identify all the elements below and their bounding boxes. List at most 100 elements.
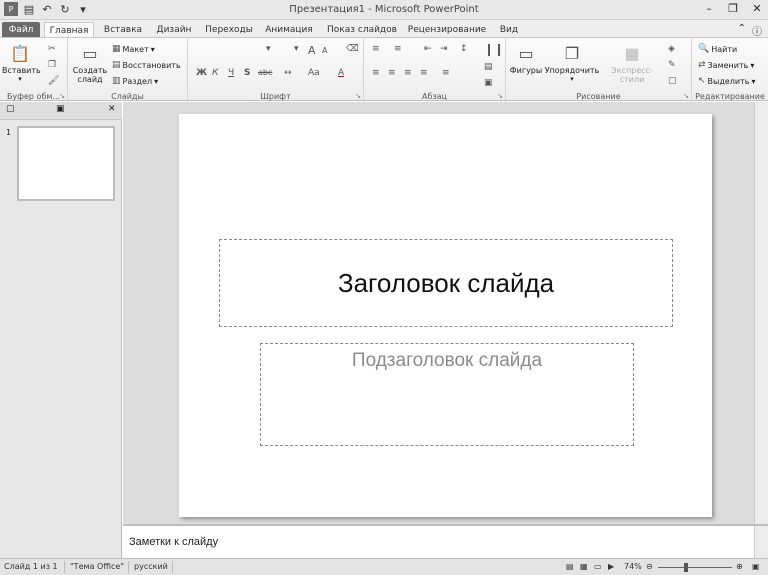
zoom-level[interactable]: 74% bbox=[624, 562, 642, 571]
minimize-ribbon-icon[interactable]: ⌃ bbox=[738, 23, 746, 38]
find-button[interactable]: 🔍 Найти bbox=[698, 42, 737, 56]
tab-file[interactable]: Файл bbox=[2, 22, 40, 38]
notes-scrollbar[interactable] bbox=[754, 526, 768, 558]
bold-button[interactable]: Ж bbox=[196, 68, 207, 78]
clear-formatting-icon[interactable]: ⌫ bbox=[346, 44, 359, 54]
section-button[interactable]: ▥ Раздел ▾ bbox=[112, 74, 158, 88]
replace-icon: ⇄ bbox=[698, 60, 706, 70]
outline-tab-icon[interactable]: ▣ bbox=[56, 104, 65, 114]
restore-icon[interactable]: ❐ bbox=[726, 2, 740, 15]
chevron-down-icon[interactable]: ▾ bbox=[266, 44, 271, 54]
align-left-icon[interactable]: ≡ bbox=[372, 68, 380, 78]
subtitle-placeholder[interactable]: Подзаголовок слайда bbox=[260, 343, 634, 446]
slides-group: ▭ Создать слайд ▦ Макет ▾ ▤ Восстановить… bbox=[68, 38, 188, 102]
new-slide-button[interactable]: ▭ Создать слайд bbox=[72, 42, 108, 85]
status-separator bbox=[172, 561, 173, 573]
zoom-out-icon[interactable]: ⊖ bbox=[646, 562, 653, 571]
tab-design[interactable]: Дизайн bbox=[150, 22, 198, 38]
tab-insert[interactable]: Вставка bbox=[98, 22, 148, 38]
vertical-scrollbar[interactable] bbox=[754, 102, 768, 524]
notes-placeholder[interactable]: Заметки к слайду bbox=[129, 536, 218, 548]
slides-tab-icon[interactable]: ▢ bbox=[6, 104, 15, 114]
window-title: Презентация1 - Microsoft PowerPoint bbox=[289, 4, 479, 15]
new-slide-label-2: слайд bbox=[77, 75, 103, 84]
paragraph-group: ≡ ≡ ⇤ ⇥ ↕ ❙❙ ≡ ≡ ≡ ≡ ≡ ▤ ▣ Абзац ↘ bbox=[364, 38, 506, 102]
numbering-icon[interactable]: ≡ bbox=[394, 44, 402, 54]
slideshow-view-icon[interactable]: ▶ bbox=[608, 562, 614, 571]
language-indicator[interactable]: русский bbox=[134, 562, 168, 571]
layout-button[interactable]: ▦ Макет ▾ bbox=[112, 42, 155, 56]
reading-view-icon[interactable]: ▭ bbox=[594, 562, 602, 571]
replace-button[interactable]: ⇄ Заменить ▾ bbox=[698, 58, 754, 72]
theme-name[interactable]: "Тема Office" bbox=[70, 562, 124, 571]
bullets-icon[interactable]: ≡ bbox=[372, 44, 380, 54]
font-name-box[interactable] bbox=[194, 44, 274, 56]
tab-animations[interactable]: Анимация bbox=[258, 22, 320, 38]
shape-fill-icon[interactable]: ◈ bbox=[668, 44, 675, 54]
align-center-icon[interactable]: ≡ bbox=[388, 68, 396, 78]
title-placeholder[interactable]: Заголовок слайда bbox=[219, 239, 673, 327]
decrease-indent-icon[interactable]: ⇤ bbox=[424, 44, 432, 54]
smartart-icon[interactable]: ▣ bbox=[484, 78, 493, 88]
chevron-down-icon[interactable]: ▾ bbox=[294, 44, 299, 54]
align-right-icon[interactable]: ≡ bbox=[404, 68, 412, 78]
slide-thumbnail-number: 1 bbox=[6, 128, 12, 137]
paste-button[interactable]: 📋 Вставить ▾ bbox=[2, 42, 41, 84]
text-direction-icon[interactable]: ≡ bbox=[442, 68, 450, 78]
columns-icon[interactable]: ❙❙ bbox=[484, 42, 504, 56]
shape-effects-icon[interactable]: ▢ bbox=[668, 76, 677, 86]
strikethrough-button[interactable]: abc bbox=[258, 68, 272, 77]
dialog-launcher-icon[interactable]: ↘ bbox=[59, 92, 65, 100]
reset-icon: ▤ bbox=[112, 60, 121, 70]
italic-button[interactable]: К bbox=[212, 68, 218, 78]
dialog-launcher-icon[interactable]: ↘ bbox=[497, 92, 503, 100]
grow-font-button[interactable]: A bbox=[308, 44, 316, 57]
slide-canvas[interactable]: Заголовок слайда Подзаголовок слайда bbox=[179, 114, 712, 517]
close-icon[interactable]: ✕ bbox=[108, 104, 116, 114]
font-color-button[interactable]: A bbox=[338, 68, 344, 78]
select-button[interactable]: ↖ Выделить ▾ bbox=[698, 74, 756, 88]
dialog-launcher-icon[interactable]: ↘ bbox=[683, 92, 689, 100]
increase-indent-icon[interactable]: ⇥ bbox=[440, 44, 448, 54]
tab-home[interactable]: Главная bbox=[44, 22, 94, 38]
justify-icon[interactable]: ≡ bbox=[420, 68, 428, 78]
zoom-slider-thumb[interactable] bbox=[684, 563, 688, 572]
paste-label: Вставить bbox=[2, 66, 41, 75]
shape-outline-icon[interactable]: ✎ bbox=[668, 60, 676, 70]
quick-styles-label: Экспресс-стили bbox=[611, 66, 653, 84]
notes-pane[interactable]: Заметки к слайду bbox=[123, 524, 768, 558]
quick-styles-button[interactable]: ■ Экспресс-стили bbox=[602, 42, 662, 85]
tab-transitions[interactable]: Переходы bbox=[202, 22, 256, 38]
line-spacing-icon[interactable]: ↕ bbox=[460, 44, 468, 54]
cut-icon[interactable]: ✂ bbox=[48, 44, 56, 54]
tab-view[interactable]: Вид bbox=[494, 22, 524, 38]
slide-thumbnail[interactable] bbox=[17, 126, 115, 201]
zoom-in-icon[interactable]: ⊕ bbox=[736, 562, 743, 571]
help-icon[interactable]: ⓘ bbox=[752, 23, 762, 38]
close-icon[interactable]: ✕ bbox=[750, 2, 764, 15]
reset-button[interactable]: ▤ Восстановить bbox=[112, 58, 181, 72]
zoom-slider[interactable] bbox=[658, 567, 732, 568]
slide-sorter-icon[interactable]: ▦ bbox=[580, 562, 588, 571]
find-label: Найти bbox=[711, 44, 738, 54]
align-text-icon[interactable]: ▤ bbox=[484, 62, 493, 72]
shrink-font-button[interactable]: A bbox=[322, 46, 327, 55]
fit-to-window-icon[interactable]: ▣ bbox=[752, 562, 760, 571]
underline-button[interactable]: Ч bbox=[228, 68, 234, 78]
normal-view-icon[interactable]: ▤ bbox=[566, 562, 574, 571]
clipboard-group: 📋 Вставить ▾ ✂ ❐ 🖌 Буфер обм... ↘ bbox=[0, 38, 68, 102]
tab-review[interactable]: Рецензирование bbox=[404, 22, 490, 38]
char-spacing-icon[interactable]: ↔ bbox=[284, 68, 292, 78]
format-painter-icon[interactable]: 🖌 bbox=[48, 76, 59, 86]
change-case-button[interactable]: Aa bbox=[308, 68, 320, 78]
chevron-down-icon: ▾ bbox=[570, 75, 574, 83]
copy-icon[interactable]: ❐ bbox=[48, 60, 56, 70]
shapes-button[interactable]: ▭ Фигуры bbox=[508, 42, 544, 76]
shadow-button[interactable]: S bbox=[244, 68, 250, 78]
minimize-icon[interactable]: – bbox=[702, 2, 716, 15]
arrange-button[interactable]: ❐ Упорядочить ▾ bbox=[544, 42, 600, 84]
status-bar: Слайд 1 из 1 "Тема Office" русский ▤ ▦ ▭… bbox=[0, 558, 768, 575]
dialog-launcher-icon[interactable]: ↘ bbox=[355, 92, 361, 100]
tab-slideshow[interactable]: Показ слайдов bbox=[322, 22, 402, 38]
section-icon: ▥ bbox=[112, 76, 121, 86]
